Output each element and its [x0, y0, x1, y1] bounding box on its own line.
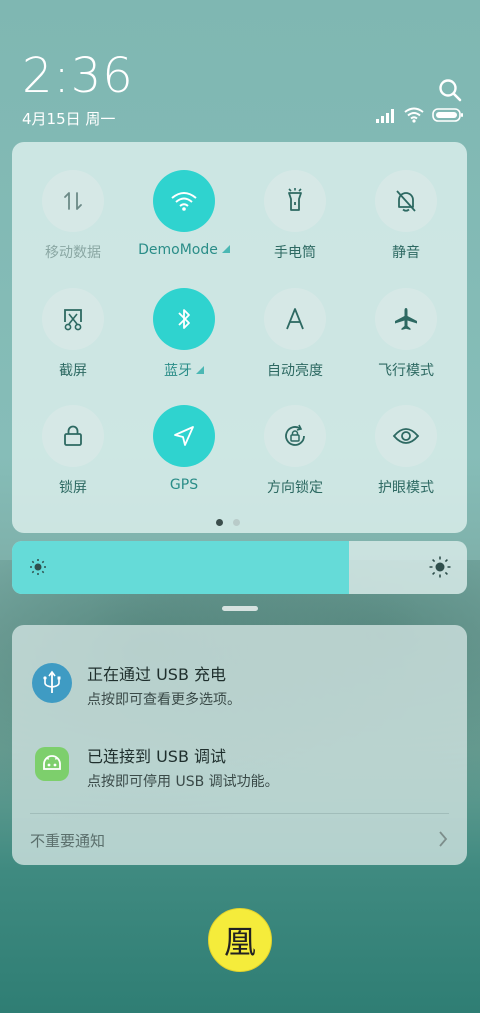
tile-label: GPS — [169, 477, 199, 493]
flashlight-icon — [264, 170, 326, 232]
tile-mobile-data[interactable]: 移动数据 — [18, 170, 128, 262]
expand-indicator-icon — [196, 366, 204, 374]
tile-label: 移动数据 — [45, 245, 101, 261]
tile-label: 蓝牙 — [164, 363, 192, 379]
tile-label: 手电筒 — [274, 245, 316, 261]
tile-airplane[interactable]: 飞行模式 — [351, 288, 461, 380]
wifi-status-icon — [404, 107, 424, 127]
mobile-data-icon — [42, 170, 104, 232]
panel-drag-handle[interactable] — [222, 606, 258, 611]
tile-mute[interactable]: 静音 — [351, 170, 461, 262]
tile-label: 方向锁定 — [267, 480, 323, 496]
tile-auto-brightness[interactable]: 自动亮度 — [240, 288, 350, 380]
tile-label: DemoMode — [138, 242, 218, 258]
page-indicator — [216, 519, 240, 526]
notification-title: 正在通过 USB 充电 — [87, 665, 227, 684]
less-important-notifications[interactable]: 不重要通知 — [30, 830, 105, 851]
tile-label: 自动亮度 — [267, 363, 323, 379]
search-icon[interactable] — [436, 76, 464, 104]
tile-label: 护眼模式 — [378, 480, 434, 496]
notification-subtitle: 点按即可停用 USB 调试功能。 — [87, 774, 279, 790]
brightness-slider[interactable] — [12, 541, 467, 594]
battery-icon — [432, 107, 464, 127]
tile-gps[interactable]: GPS — [129, 405, 239, 493]
brightness-high-icon — [429, 556, 451, 582]
airplane-icon — [375, 288, 437, 350]
notification-usb-debugging[interactable]: 已连接到 USB 调试 点按即可停用 USB 调试功能。 — [12, 725, 467, 795]
eye-icon — [375, 405, 437, 467]
bell-off-icon — [375, 170, 437, 232]
brightness-low-icon — [29, 558, 47, 580]
tile-wifi[interactable]: DemoMode — [129, 170, 239, 258]
page-dot[interactable] — [233, 519, 240, 526]
screenshot-icon — [42, 288, 104, 350]
floating-app-button[interactable]: 凰 — [208, 908, 272, 972]
location-arrow-icon — [153, 405, 215, 467]
tile-flashlight[interactable]: 手电筒 — [240, 170, 350, 262]
wifi-icon — [153, 170, 215, 232]
notification-usb-charging[interactable]: 正在通过 USB 充电 点按即可查看更多选项。 — [12, 643, 467, 713]
date: 4月15日 周一 — [22, 110, 116, 128]
bluetooth-icon — [153, 288, 215, 350]
notification-subtitle: 点按即可查看更多选项。 — [87, 692, 241, 708]
tile-label: 静音 — [392, 245, 420, 261]
brightness-fill — [12, 541, 349, 594]
rotation-lock-icon — [264, 405, 326, 467]
expand-indicator-icon — [221, 245, 230, 253]
tile-bluetooth[interactable]: 蓝牙 — [129, 288, 239, 380]
tile-eye-care[interactable]: 护眼模式 — [351, 405, 461, 497]
usb-icon — [32, 663, 72, 703]
android-icon — [35, 747, 69, 781]
divider — [30, 813, 449, 814]
clock: 2:36 — [22, 48, 134, 104]
notification-title: 已连接到 USB 调试 — [87, 747, 227, 766]
tile-label: 飞行模式 — [378, 363, 434, 379]
page-dot-active[interactable] — [216, 519, 223, 526]
auto-brightness-icon — [264, 288, 326, 350]
tile-label: 截屏 — [59, 363, 87, 379]
status-header: 2:36 4月15日 周一 — [0, 0, 480, 140]
tile-screenshot[interactable]: 截屏 — [18, 288, 128, 380]
tile-label: 锁屏 — [59, 480, 87, 496]
signal-icon — [376, 108, 396, 127]
tile-lock-screen[interactable]: 锁屏 — [18, 405, 128, 497]
chevron-right-icon[interactable] — [437, 830, 449, 852]
status-icons — [376, 107, 464, 127]
notification-card: 正在通过 USB 充电 点按即可查看更多选项。 已连接到 USB 调试 点按即可… — [12, 625, 467, 865]
lock-icon — [42, 405, 104, 467]
tile-rotation-lock[interactable]: 方向锁定 — [240, 405, 350, 497]
